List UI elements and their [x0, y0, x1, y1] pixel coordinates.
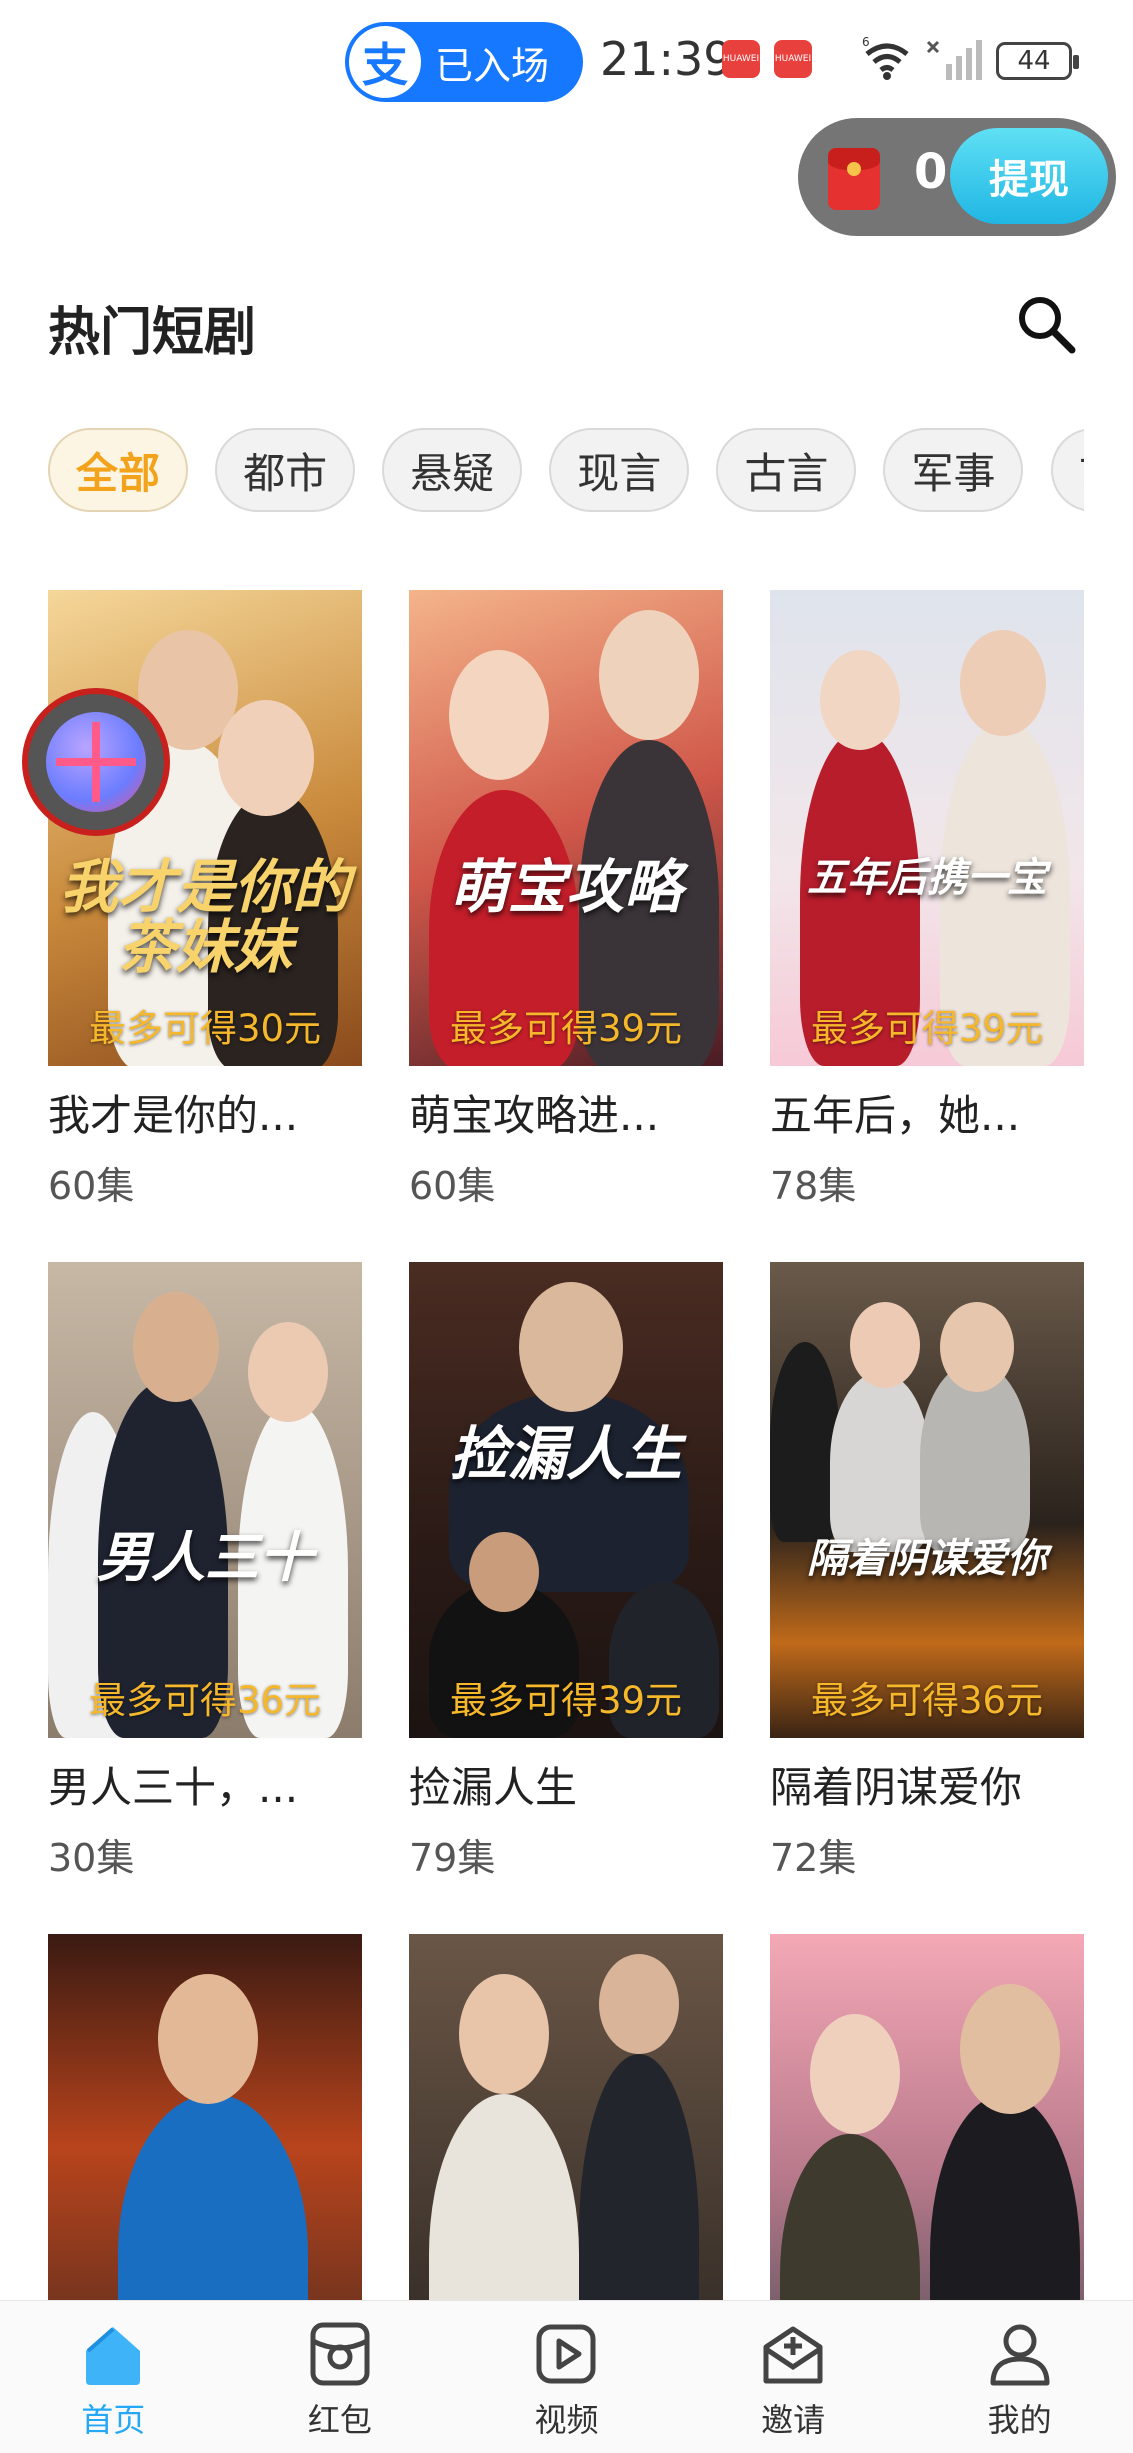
gift-icon — [46, 712, 146, 812]
tab-home[interactable]: 首页 — [0, 2301, 227, 2453]
poster-title: 隔着阴谋爱你 — [807, 1535, 1047, 1583]
reward-label: 最多可得30元 — [88, 1007, 322, 1050]
invite-icon — [763, 2326, 823, 2384]
poster-title: 我才是你的茶妹妹 — [59, 852, 350, 982]
drama-poster[interactable]: 萌宝攻略 最多可得39元 — [409, 590, 723, 1066]
drama-card[interactable]: 五年后携一宝 最多可得39元 五年后，她... 78集 — [770, 590, 1084, 1210]
tab-label: 邀请 — [761, 2401, 826, 2439]
red-packet-icon — [310, 2322, 370, 2386]
wifi-icon: 6 — [862, 36, 909, 80]
episode-count: 79集 — [409, 1836, 496, 1880]
poster-title: 捡漏人生 — [449, 1419, 682, 1488]
drama-card[interactable]: 萌宝攻略 最多可得39元 萌宝攻略进... 60集 — [409, 590, 723, 1210]
drama-title: 男人三十，... — [48, 1763, 299, 1812]
bottom-tab-bar: 首页 红包 视频 邀请 我的 — [0, 2300, 1133, 2453]
battery-icon: 44 — [996, 42, 1079, 80]
drama-card[interactable]: 捡漏人生 最多可得39元 捡漏人生 79集 — [409, 1262, 723, 1882]
category-filter-bar: 全部 都市 悬疑 现言 古言 军事 玄幻 — [48, 428, 1084, 518]
episode-count: 60集 — [48, 1164, 135, 1208]
tab-label: 红包 — [307, 2401, 372, 2439]
poster-title: 男人三十 — [97, 1524, 313, 1589]
episode-count: 78集 — [770, 1164, 857, 1208]
drama-poster[interactable]: 五年后携一宝 最多可得39元 — [770, 590, 1084, 1066]
drama-title: 五年后，她... — [770, 1091, 1021, 1140]
category-chip-military[interactable]: 军事 — [883, 428, 1024, 512]
reward-label: 最多可得39元 — [449, 1007, 683, 1050]
drama-poster[interactable]: 捡漏人生 最多可得39元 — [409, 1262, 723, 1738]
video-icon — [536, 2324, 596, 2384]
drama-title: 萌宝攻略进... — [409, 1091, 660, 1140]
wallet-pill[interactable]: 0 提现 — [798, 118, 1116, 236]
alipay-status-text: 已入场 — [435, 43, 550, 88]
tab-invite[interactable]: 邀请 — [680, 2301, 907, 2453]
page-title: 热门短剧 — [48, 303, 257, 363]
episode-count: 72集 — [770, 1836, 857, 1880]
poster-title: 五年后携一宝 — [807, 853, 1047, 901]
tab-label: 视频 — [534, 2401, 599, 2439]
status-bar: 支 已入场 21:39 HUAWEI HUAWEI 6 44 — [0, 0, 1133, 120]
category-chip-modern-romance[interactable]: 现言 — [549, 428, 690, 512]
tab-label: 首页 — [81, 2401, 146, 2439]
drama-poster[interactable]: 男人三十 最多可得36元 — [48, 1262, 362, 1738]
reward-label: 最多可得36元 — [88, 1679, 322, 1722]
withdraw-button[interactable]: 提现 — [950, 128, 1108, 224]
notification-icon: HUAWEI — [774, 40, 812, 78]
category-chip-suspense[interactable]: 悬疑 — [382, 428, 523, 512]
reward-label: 最多可得39元 — [810, 1007, 1044, 1050]
category-chip-fantasy[interactable]: 玄幻 — [1050, 428, 1084, 512]
status-time: 21:39 — [600, 32, 733, 86]
tab-video[interactable]: 视频 — [453, 2301, 680, 2453]
drama-title: 隔着阴谋爱你 — [770, 1763, 1023, 1812]
drama-card[interactable]: 隔着阴谋爱你 最多可得36元 隔着阴谋爱你 72集 — [770, 1262, 1084, 1882]
category-chip-urban[interactable]: 都市 — [215, 428, 356, 512]
notification-icon: HUAWEI — [722, 40, 760, 78]
tab-red-packet[interactable]: 红包 — [227, 2301, 454, 2453]
category-chip-ancient-romance[interactable]: 古言 — [716, 428, 857, 512]
drama-title: 我才是你的... — [48, 1091, 299, 1140]
drama-card[interactable]: 男人三十 最多可得36元 男人三十，... 30集 — [48, 1262, 362, 1882]
drama-card[interactable]: 我才是你的茶妹妹 最多可得30元 我才是你的... 60集 — [48, 590, 362, 1210]
episode-count: 30集 — [48, 1836, 135, 1880]
tab-profile[interactable]: 我的 — [906, 2301, 1133, 2453]
red-envelope-icon — [828, 148, 880, 210]
drama-title: 捡漏人生 — [409, 1763, 578, 1812]
category-chip-all[interactable]: 全部 — [48, 428, 188, 512]
reward-label: 最多可得36元 — [810, 1679, 1044, 1722]
alipay-logo: 支 — [349, 26, 421, 98]
search-icon[interactable] — [1012, 290, 1082, 360]
profile-icon — [990, 2324, 1050, 2386]
alipay-status-pill[interactable]: 支 已入场 — [345, 22, 583, 102]
reward-label: 最多可得39元 — [449, 1679, 683, 1722]
floating-gift-button[interactable] — [22, 688, 170, 836]
tab-label: 我的 — [987, 2401, 1052, 2439]
home-icon — [86, 2327, 141, 2385]
cellular-signal-icon — [926, 40, 982, 80]
episode-count: 60集 — [409, 1164, 496, 1208]
drama-poster[interactable]: 隔着阴谋爱你 最多可得36元 — [770, 1262, 1084, 1738]
poster-title: 萌宝攻略 — [449, 852, 682, 921]
wallet-balance: 0 — [914, 144, 948, 200]
svg-text:6: 6 — [862, 36, 870, 49]
